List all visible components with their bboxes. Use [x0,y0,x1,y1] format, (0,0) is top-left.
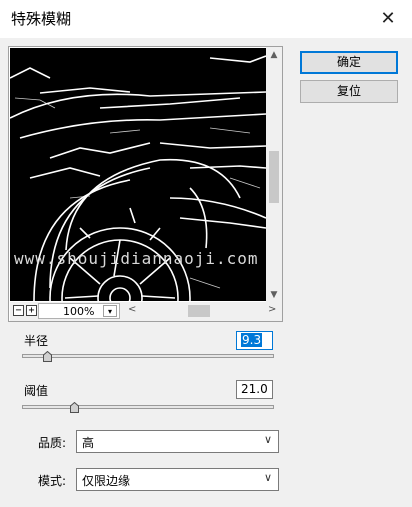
watermark-text: www.shoujidiannaoji.com [14,249,259,268]
title-bar: 特殊模糊 ✕ [0,0,412,38]
radius-slider-thumb[interactable] [42,351,52,362]
preview-panel: www.shoujidiannaoji.com ▲ ▼ − + 100% ▾ <… [8,46,283,322]
threshold-slider-thumb[interactable] [70,402,80,413]
zoom-in-button[interactable]: + [26,305,37,316]
close-icon[interactable]: ✕ [376,7,400,31]
scroll-up-icon[interactable]: ▲ [266,47,282,63]
quality-value: 高 [82,436,95,450]
reset-button[interactable]: 复位 [300,80,398,103]
mode-select[interactable]: 仅限边缘 ∨ [76,468,279,491]
threshold-input[interactable]: 21.0 [236,380,273,399]
chevron-down-icon[interactable]: ▾ [103,305,117,317]
chevron-down-icon: ∨ [263,471,272,484]
quality-select[interactable]: 高 ∨ [76,430,279,453]
preview-image[interactable]: www.shoujidiannaoji.com [10,48,266,301]
vertical-scroll-thumb[interactable] [269,151,279,203]
horizontal-scroll-thumb[interactable] [188,305,210,317]
zoom-out-button[interactable]: − [13,305,24,316]
preview-toolbar: − + 100% ▾ < > [10,302,282,321]
threshold-label: 阈值 [24,384,49,398]
quality-label: 品质: [38,436,67,450]
threshold-slider-track[interactable] [22,405,274,409]
radius-value: 9.3 [241,333,263,347]
zoom-value: 100% [63,305,95,318]
dialog-title: 特殊模糊 [11,10,72,28]
radius-label: 半径 [24,334,49,348]
vertical-scrollbar[interactable]: ▲ ▼ [266,47,282,303]
radius-input[interactable]: 9.3 [236,331,273,350]
scroll-right-icon[interactable]: > [268,304,276,315]
scroll-down-icon[interactable]: ▼ [266,287,282,303]
mode-label: 模式: [38,474,67,488]
ok-button[interactable]: 确定 [300,51,398,74]
mode-value: 仅限边缘 [82,474,131,488]
radius-slider-track[interactable] [22,354,274,358]
zoom-select[interactable]: 100% ▾ [38,303,120,319]
scroll-left-icon[interactable]: < [128,304,136,315]
edge-preview-graphic: www.shoujidiannaoji.com [10,55,266,301]
chevron-down-icon: ∨ [263,433,272,446]
